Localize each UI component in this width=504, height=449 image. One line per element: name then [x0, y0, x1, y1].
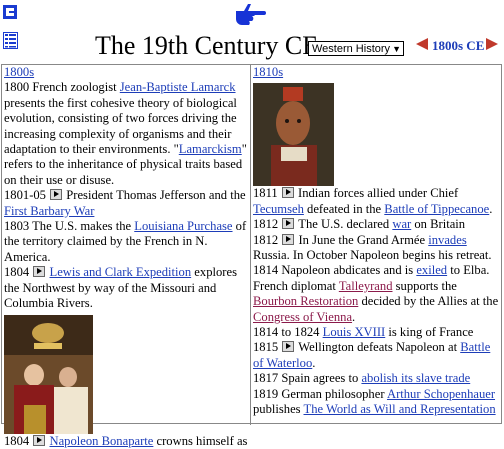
left-column: 1800s 1800 French zoologist Jean-Baptist…: [4, 65, 248, 449]
tecumseh-link[interactable]: Tecumseh: [253, 202, 304, 216]
entry-waterloo: 1815 Wellington defeats Napoleon at Batt…: [253, 340, 501, 371]
invades-link[interactable]: invades: [428, 233, 466, 247]
pointing-hand-icon[interactable]: [234, 2, 268, 26]
entry-text: 1812: [253, 232, 282, 247]
entry-text: defeated in the: [303, 201, 385, 216]
entry-russia: 1812 In June the Grand Armée invades Rus…: [253, 233, 501, 264]
entry-louis-xviii: 1814 to 1824 Louis XVIII is king of Fran…: [253, 325, 501, 340]
entry-text: 1812: [253, 217, 282, 232]
entry-war-1812: 1812 The U.S. declared war on Britain: [253, 217, 501, 232]
entry-text: .: [489, 201, 493, 216]
play-icon[interactable]: [33, 434, 46, 446]
entry-text: crowns himself as: [153, 433, 248, 448]
play-icon[interactable]: [281, 187, 294, 199]
previous-arrow-icon[interactable]: [415, 37, 429, 51]
home-icon[interactable]: [3, 5, 17, 19]
play-icon[interactable]: [282, 218, 295, 230]
history-select-value: Western History: [312, 43, 391, 55]
entry-schopenhauer: 1819 German philosopher Arthur Schopenha…: [253, 387, 501, 418]
bourbon-restoration-link[interactable]: Bourbon Restoration: [253, 294, 358, 308]
entry-text: 1804: [4, 265, 33, 280]
entry-text: 1801-05: [4, 188, 50, 203]
entry-text: supports the: [392, 278, 457, 293]
entry-text: 1819 German philosopher: [253, 386, 387, 401]
century-nav-link[interactable]: 1800s CE: [432, 38, 484, 54]
entry-elba: 1814 Napoleon abdicates and is exiled to…: [253, 263, 501, 325]
world-as-will-link[interactable]: The World as Will and Representation: [304, 402, 496, 416]
entry-text: Russia. In October Napoleon begins his r…: [253, 248, 492, 263]
entry-text: .: [312, 355, 316, 370]
slave-trade-link[interactable]: abolish its slave trade: [361, 371, 470, 385]
play-icon[interactable]: [282, 341, 295, 353]
entry-text: 1811: [253, 186, 281, 201]
right-column: 1810s 1811 Indian forces allied under Ch…: [253, 65, 501, 418]
entry-text: In June the Grand Armée: [295, 232, 429, 247]
tecumseh-portrait-image[interactable]: [253, 83, 334, 187]
entry-text: .: [352, 309, 356, 324]
entry-tippecanoe: 1811 Indian forces allied under Chief Te…: [253, 186, 501, 217]
entry-text: 1815: [253, 340, 282, 355]
exiled-link[interactable]: exiled: [416, 263, 447, 277]
entry-text: 1804: [4, 433, 33, 448]
napoleon-coronation-image[interactable]: [4, 314, 93, 434]
entry-text: on Britain: [411, 217, 466, 232]
war-link[interactable]: war: [392, 217, 411, 231]
table-of-contents-icon[interactable]: [3, 32, 18, 49]
entry-text: 1803 The U.S. makes the: [4, 219, 135, 234]
congress-vienna-link[interactable]: Congress of Vienna: [253, 310, 352, 324]
history-select[interactable]: Western History ▼: [308, 41, 404, 56]
entry-text: 1814 Napoleon abdicates and is: [253, 263, 417, 278]
louisiana-purchase-link[interactable]: Louisiana Purchase: [134, 219, 232, 233]
page-title: The 19th Century CE: [95, 31, 319, 60]
entry-text: is king of France: [385, 325, 474, 340]
entry-text: Indian forces allied under Chief: [294, 186, 459, 201]
entry-text: 1800 French zoologist: [4, 80, 120, 95]
barbary-war-link[interactable]: First Barbary War: [4, 204, 94, 218]
napoleon-link[interactable]: Napoleon Bonaparte: [50, 434, 154, 448]
entry-text: 1814 to 1824: [253, 325, 323, 340]
entry-text: decided by the Allies at the: [358, 294, 499, 309]
lewis-clark-link[interactable]: Lewis and Clark Expedition: [50, 265, 192, 279]
lamarck-link[interactable]: Jean-Baptiste Lamarck: [120, 80, 236, 94]
entry-text: 1817 Spain agrees to: [253, 371, 362, 386]
entry-slave-trade: 1817 Spain agrees to abolish its slave t…: [253, 371, 501, 386]
entry-napoleon: 1804 Napoleon Bonaparte crowns himself a…: [4, 434, 248, 449]
top-bar: The 19th Century CE Western History ▼ 18…: [0, 0, 504, 66]
chevron-down-icon: ▼: [392, 44, 401, 54]
entry-barbary-war: 1801-05 President Thomas Jefferson and t…: [4, 188, 248, 219]
heading-1810s-link[interactable]: 1810s: [253, 65, 283, 79]
heading-1800s-link[interactable]: 1800s: [4, 65, 34, 79]
entry-text: The U.S. declared: [295, 217, 393, 232]
entry-lamarck: 1800 French zoologist Jean-Baptiste Lama…: [4, 80, 248, 188]
louis-xviii-link[interactable]: Louis XVIII: [323, 325, 386, 339]
entry-lewis-clark: 1804 Lewis and Clark Expedition explores…: [4, 265, 248, 311]
entry-text: President Thomas Jefferson and the: [63, 188, 246, 203]
column-divider: [250, 65, 251, 425]
entry-text: Wellington defeats Napoleon at: [295, 340, 461, 355]
schopenhauer-link[interactable]: Arthur Schopenhauer: [387, 387, 495, 401]
play-icon[interactable]: [33, 266, 46, 278]
play-icon[interactable]: [50, 189, 63, 201]
entry-louisiana: 1803 The U.S. makes the Louisiana Purcha…: [4, 219, 248, 265]
entry-text: publishes: [253, 402, 304, 417]
next-arrow-icon[interactable]: [485, 37, 499, 51]
play-icon[interactable]: [282, 233, 295, 245]
lamarckism-link[interactable]: Lamarckism: [179, 142, 242, 156]
talleyrand-link[interactable]: Talleyrand: [339, 279, 393, 293]
tippecanoe-link[interactable]: Battle of Tippecanoe: [384, 202, 489, 216]
